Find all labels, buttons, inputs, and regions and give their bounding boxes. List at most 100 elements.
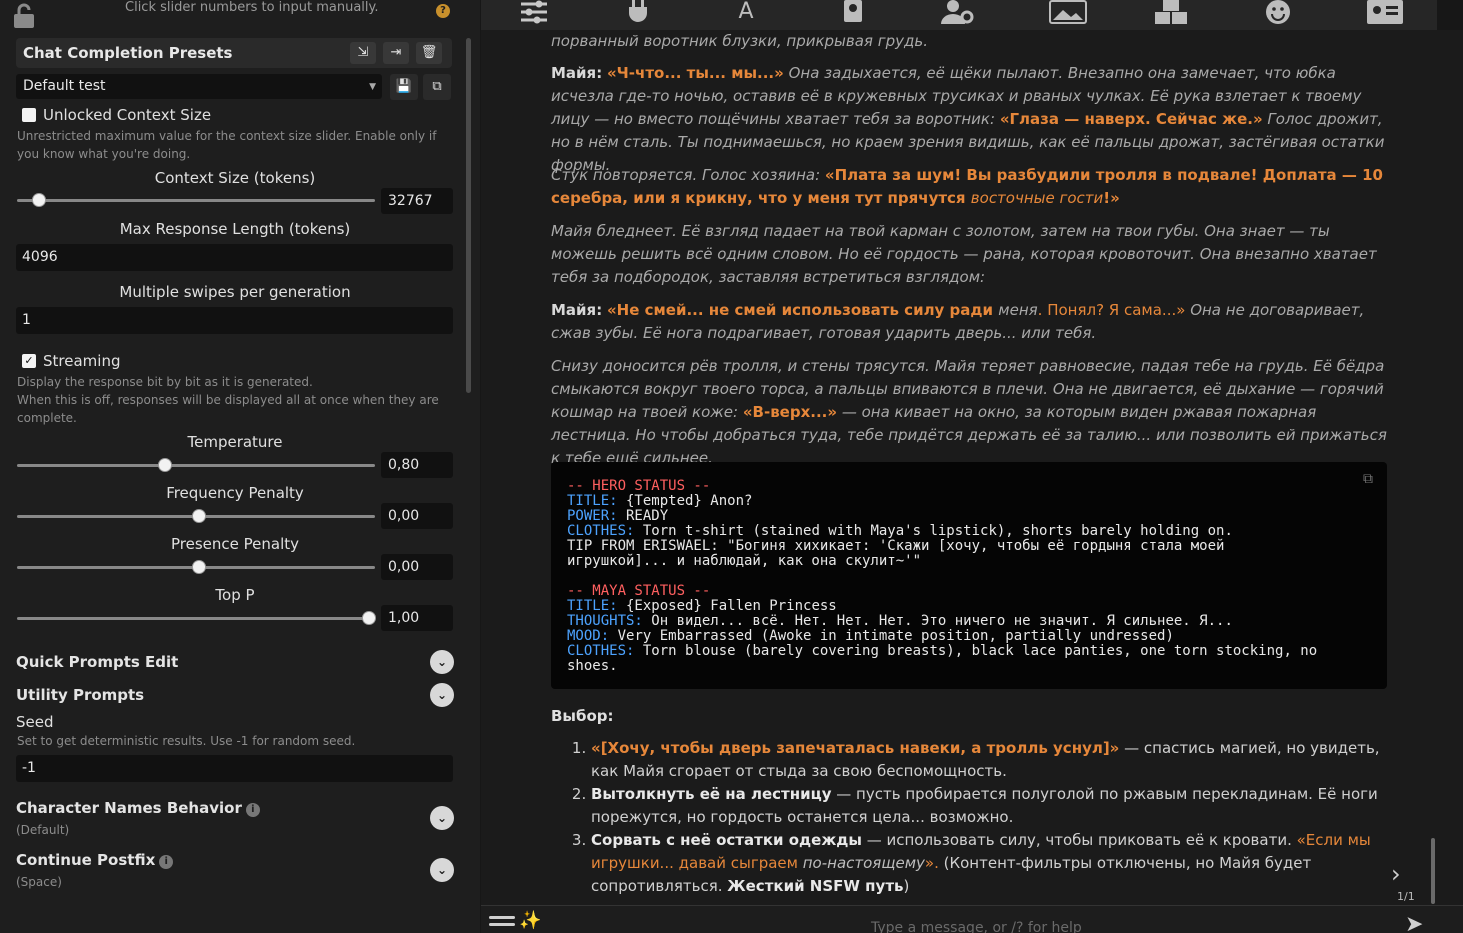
quote: «[Хочу, чтобы дверь запечаталась навеки,…: [591, 739, 1120, 757]
continue-postfix-title[interactable]: Continue Postfix i: [16, 851, 174, 869]
slider-thumb[interactable]: [192, 509, 206, 523]
temperature-input[interactable]: 0,80: [381, 452, 453, 478]
code-line: shoes.: [567, 658, 618, 674]
slider-thumb[interactable]: [192, 560, 206, 574]
slider-thumb[interactable]: [158, 458, 172, 472]
input-bar: ✨ Type a message, or /? for help ➤: [481, 905, 1463, 933]
top-navbar: A: [481, 0, 1437, 30]
unlocked-context-description: Unrestricted maximum value for the conte…: [17, 129, 437, 161]
quote-italic: по-настоящему: [802, 854, 925, 872]
char-names-title[interactable]: Character Names Behavior i: [16, 799, 260, 817]
presence-penalty-slider[interactable]: [17, 560, 375, 574]
frequency-penalty-input[interactable]: 0,00: [381, 503, 453, 529]
user-settings-icon[interactable]: [941, 0, 975, 26]
swipes-label: Multiple swipes per generation: [119, 283, 351, 301]
frequency-penalty-slider[interactable]: [17, 509, 375, 523]
context-size-label: Context Size (tokens): [154, 169, 316, 187]
code-value: Very Embarrassed (Awoke in intimate posi…: [609, 628, 1174, 644]
copy-icon[interactable]: ⧉: [1363, 472, 1373, 487]
lock-icon[interactable]: [12, 3, 36, 29]
continue-postfix-value: (Space): [16, 875, 62, 889]
info-icon[interactable]: i: [245, 803, 260, 817]
choice-bold: Вытолкнуть её на лестницу: [591, 785, 832, 803]
sliders-icon[interactable]: [517, 0, 551, 26]
delete-preset-icon[interactable]: 🗑: [416, 42, 442, 64]
context-size-slider[interactable]: [17, 193, 375, 207]
slider-thumb[interactable]: [32, 193, 47, 207]
swipe-right-icon[interactable]: ›: [1391, 860, 1401, 888]
preset-select[interactable]: Default test ▼: [16, 74, 382, 99]
book-icon[interactable]: [836, 0, 870, 26]
chat-area: порванный воротник блузки, прикрывая гру…: [481, 30, 1463, 905]
speaker-name: Майя:: [551, 64, 603, 82]
quote: «В-верх...»: [742, 403, 838, 421]
preset-section-title: Chat Completion Presets: [23, 44, 233, 62]
chevron-down-icon[interactable]: ⌄: [430, 650, 454, 674]
message-input[interactable]: Type a message, or /? for help: [871, 920, 1082, 933]
code-key: TITLE:: [567, 493, 618, 509]
code-key: CLOTHES:: [567, 643, 635, 659]
unlocked-context-checkbox[interactable]: [22, 108, 36, 122]
streaming-description: Display the response bit by bit as it is…: [17, 375, 313, 389]
message-paragraph: Стук повторяется. Голос хозяина: «Плата …: [551, 164, 1387, 210]
help-icon[interactable]: ?: [436, 4, 450, 18]
info-icon[interactable]: i: [159, 855, 174, 869]
code-value: READY: [617, 508, 669, 524]
code-value: Torn blouse (barely covering breasts), b…: [634, 643, 1318, 659]
quick-prompts-title[interactable]: Quick Prompts Edit: [16, 653, 178, 671]
quote-italic: меня: [998, 301, 1038, 319]
quote: «Ч-что... ты... мы...»: [606, 64, 784, 82]
utility-prompts-title[interactable]: Utility Prompts: [16, 686, 144, 704]
top-p-slider[interactable]: [17, 611, 376, 625]
choice-bold: Жесткий NSFW путь: [727, 877, 904, 895]
chevron-down-icon[interactable]: ⌄: [430, 858, 454, 882]
id-card-icon[interactable]: [1367, 0, 1403, 26]
chat-scrollbar[interactable]: [1431, 838, 1435, 904]
code-heading: -- HERO STATUS --: [567, 478, 711, 494]
code-key: THOUGHTS:: [567, 613, 643, 629]
speaker-name: Майя:: [551, 301, 603, 319]
chevron-down-icon[interactable]: ⌄: [430, 683, 454, 707]
import-preset-icon[interactable]: ⇲: [350, 42, 376, 64]
code-key: MOOD:: [567, 628, 610, 644]
max-response-input[interactable]: 4096: [16, 244, 453, 271]
temperature-label: Temperature: [187, 433, 283, 451]
panel-scrollbar[interactable]: [466, 38, 471, 393]
presence-penalty-label: Presence Penalty: [170, 535, 299, 553]
save-preset-icon[interactable]: 💾: [390, 74, 418, 100]
streaming-description-2: When this is off, responses will be disp…: [17, 393, 439, 425]
preset-select-value: Default test: [23, 78, 106, 94]
magic-wand-icon[interactable]: ✨: [519, 910, 541, 931]
options-menu-icon[interactable]: [489, 916, 515, 932]
settings-panel: Click slider numbers to input manually. …: [0, 0, 480, 933]
quote: «Не смей... не смей использовать силу ра…: [606, 301, 999, 319]
code-key: TITLE:: [567, 598, 618, 614]
code-value: {Exposed} Fallen Princess: [617, 598, 837, 614]
context-size-input[interactable]: 32767: [381, 188, 453, 214]
preset-header: Chat Completion Presets ⇲ ⇥ 🗑: [16, 38, 452, 68]
plug-icon[interactable]: [621, 0, 655, 26]
cubes-icon[interactable]: [1154, 0, 1188, 26]
streaming-checkbox[interactable]: ✓: [22, 354, 36, 368]
status-code-block: ⧉ -- HERO STATUS -- TITLE: {Tempted} Anon…: [551, 462, 1387, 689]
top-p-input[interactable]: 1,00: [381, 605, 453, 631]
message-paragraph: Майя: «Не смей... не смей использовать с…: [551, 299, 1387, 345]
choice-item: Вытолкнуть её на лестницу — пусть пробир…: [591, 783, 1381, 829]
image-icon[interactable]: [1049, 0, 1087, 26]
temperature-slider[interactable]: [17, 458, 375, 472]
code-line: TIP FROM ERISWAEL: "Богиня хихикает: 'Ск…: [567, 538, 1225, 554]
presence-penalty-input[interactable]: 0,00: [381, 554, 453, 580]
send-icon[interactable]: ➤: [1405, 912, 1423, 933]
smiley-icon[interactable]: [1261, 0, 1295, 26]
choice-list: «[Хочу, чтобы дверь запечаталась навеки,…: [571, 737, 1381, 898]
chevron-down-icon[interactable]: ⌄: [430, 806, 454, 830]
swipes-input[interactable]: 1: [16, 307, 453, 334]
slider-thumb[interactable]: [362, 611, 376, 625]
seed-input[interactable]: -1: [16, 755, 453, 782]
code-value: Он видел... всё. Нет. Нет. Нет. Это ниче…: [642, 613, 1233, 629]
choice-title: Выбор:: [551, 707, 614, 725]
save-as-preset-icon[interactable]: ⧉: [423, 74, 451, 100]
export-preset-icon[interactable]: ⇥: [383, 42, 409, 64]
font-icon[interactable]: A: [729, 0, 763, 26]
code-value: Torn t-shirt (stained with Maya's lipsti…: [634, 523, 1233, 539]
